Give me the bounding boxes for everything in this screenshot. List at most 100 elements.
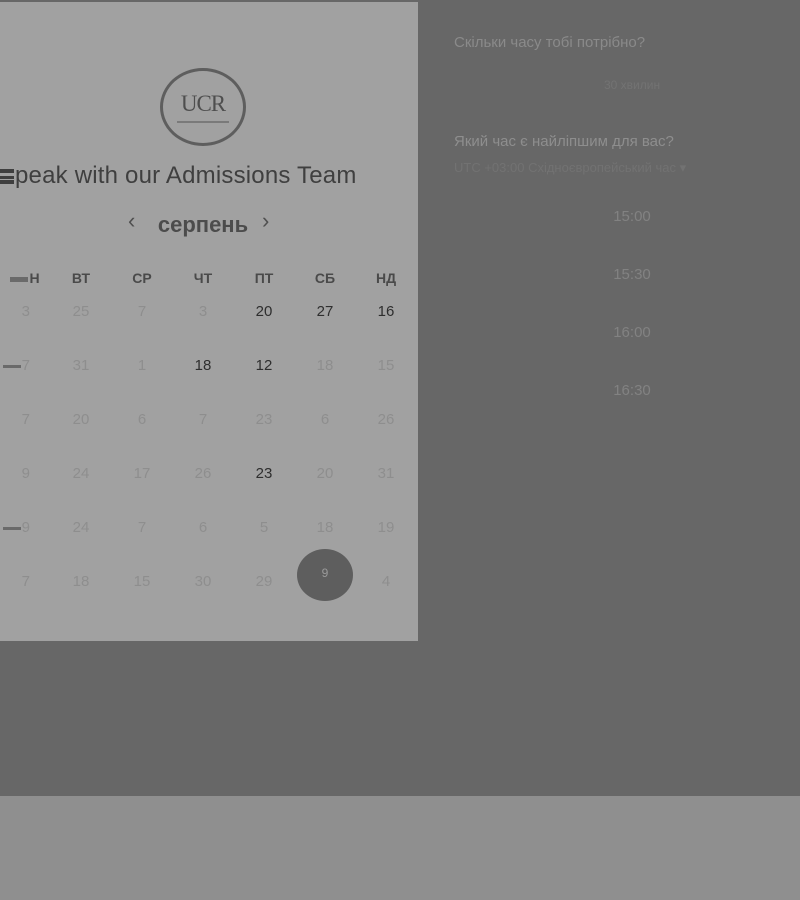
calendar-day: 23 — [239, 410, 289, 430]
day-number: 7 — [137, 303, 147, 320]
calendar-day[interactable]: 27 — [300, 302, 350, 322]
calendar-day: 1 — [117, 356, 167, 376]
calendar-day: 7 — [117, 302, 167, 322]
calendar-day: 7 — [178, 410, 228, 430]
calendar-day-selected[interactable]: 9 — [297, 549, 353, 601]
timezone-select[interactable]: UTC +03:00 Східноєвропейський час ▾ — [454, 160, 686, 176]
calendar-day[interactable]: 23 — [239, 464, 289, 484]
day-number: 7 — [21, 357, 30, 374]
day-number: 9 — [21, 519, 30, 536]
day-number: 25 — [72, 303, 90, 320]
booking-details-panel: Скільки часу тобі потрібно? 30 хвилин Як… — [454, 0, 800, 620]
day-number: 16 — [377, 303, 395, 320]
calendar-day: 15 — [361, 356, 411, 376]
logo-text: UCR — [180, 90, 226, 116]
calendar-day: 18 — [56, 572, 106, 592]
day-number: 29 — [255, 573, 273, 590]
calendar-day: 3 — [178, 302, 228, 322]
cropped-day-mark — [2, 526, 21, 530]
calendar-day: 20 — [300, 464, 350, 484]
time-slot-button[interactable]: 16:30 — [572, 382, 692, 399]
calendar-day[interactable]: 16 — [361, 302, 411, 322]
day-number: 26 — [194, 465, 212, 482]
day-number: 12 — [255, 357, 273, 374]
day-number: 7 — [198, 411, 208, 428]
calendar-day[interactable]: 20 — [239, 302, 289, 322]
time-slot-button[interactable]: 15:30 — [572, 266, 692, 283]
calendar-day: 5 — [239, 518, 289, 538]
day-number: 3 — [21, 303, 30, 320]
title-text: peak with our Admissions Team — [15, 162, 357, 189]
day-number: 6 — [137, 411, 147, 428]
weekday-label: ВТ — [71, 270, 91, 286]
day-number: 9 — [21, 465, 30, 482]
calendar-day: 26 — [178, 464, 228, 484]
title-cropped-letter — [0, 169, 14, 184]
month-label: серпень — [157, 212, 249, 237]
calendar-day: 26 — [361, 410, 411, 430]
calendar-day: 24 — [56, 464, 106, 484]
calendar-day: 7 — [0, 572, 30, 592]
day-number: 7 — [21, 411, 30, 428]
weekday-label: Н — [0, 270, 50, 286]
calendar-day: 17 — [117, 464, 167, 484]
month-navigation: ‹ серпень › — [0, 208, 418, 238]
calendar-day: 19 — [361, 518, 411, 538]
calendar-day: 4 — [361, 572, 411, 592]
day-number: 18 — [316, 519, 334, 536]
calendar-day: 6 — [178, 518, 228, 538]
weekday-label: СБ — [314, 270, 336, 286]
day-number: 18 — [72, 573, 90, 590]
calendar-day: 25 — [56, 302, 106, 322]
calendar-day: 30 — [178, 572, 228, 592]
day-number: 20 — [255, 303, 273, 320]
calendar-day: 31 — [56, 356, 106, 376]
calendar-day: 7 — [0, 410, 30, 430]
calendar-day: 18 — [300, 356, 350, 376]
day-number: 9 — [321, 566, 329, 580]
weekday-label: НД — [375, 270, 397, 286]
weekday-header: Н ВТ СР ЧТ ПТ СБ НД — [0, 270, 418, 290]
time-slot-button[interactable]: 15:00 — [572, 208, 692, 225]
weekday-label: ЧТ — [193, 270, 213, 286]
day-number: 20 — [316, 465, 334, 482]
weekday-label: СР — [132, 270, 152, 286]
calendar-day[interactable]: 12 — [239, 356, 289, 376]
weekday-label: ПТ — [254, 270, 274, 286]
duration-value[interactable]: 30 хвилин — [604, 78, 660, 92]
chevron-left-icon[interactable]: ‹ — [128, 210, 135, 232]
calendar-day: 9 — [0, 464, 30, 484]
day-number: 27 — [316, 303, 334, 320]
day-number: 18 — [316, 357, 334, 374]
day-number: 23 — [255, 465, 273, 482]
day-number: 1 — [137, 357, 147, 374]
time-slot-button[interactable]: 16:00 — [572, 324, 692, 341]
day-number: 24 — [72, 519, 90, 536]
calendar-day: 24 — [56, 518, 106, 538]
calendar-day: 6 — [117, 410, 167, 430]
page-title: peak with our Admissions Team — [0, 162, 414, 190]
cropped-day-mark — [2, 364, 21, 368]
day-number: 20 — [72, 411, 90, 428]
day-number: 15 — [377, 357, 395, 374]
calendar-day: 15 — [117, 572, 167, 592]
day-number: 6 — [320, 411, 330, 428]
day-number: 24 — [72, 465, 90, 482]
calendar-day: 7 — [0, 356, 30, 376]
calendar-day[interactable]: 18 — [178, 356, 228, 376]
day-number: 7 — [137, 519, 147, 536]
calendar-day: 18 — [300, 518, 350, 538]
day-number: 6 — [198, 519, 208, 536]
calendar-grid: 3 25 7 3 20 27 16 7 31 1 18 12 18 15 7 20 6 7 23 6 26 9 24 17 26… — [0, 302, 418, 622]
chevron-right-icon[interactable]: › — [262, 210, 269, 232]
ucr-logo: UCR — [160, 68, 246, 146]
day-number: 31 — [377, 465, 395, 482]
day-number: 3 — [198, 303, 208, 320]
day-number: 4 — [381, 573, 391, 590]
day-number: 5 — [259, 519, 269, 536]
logo-subtext — [177, 120, 229, 123]
day-number: 17 — [133, 465, 151, 482]
calendar-day: 7 — [117, 518, 167, 538]
calendar-day: 3 — [0, 302, 30, 322]
day-number: 15 — [133, 573, 151, 590]
